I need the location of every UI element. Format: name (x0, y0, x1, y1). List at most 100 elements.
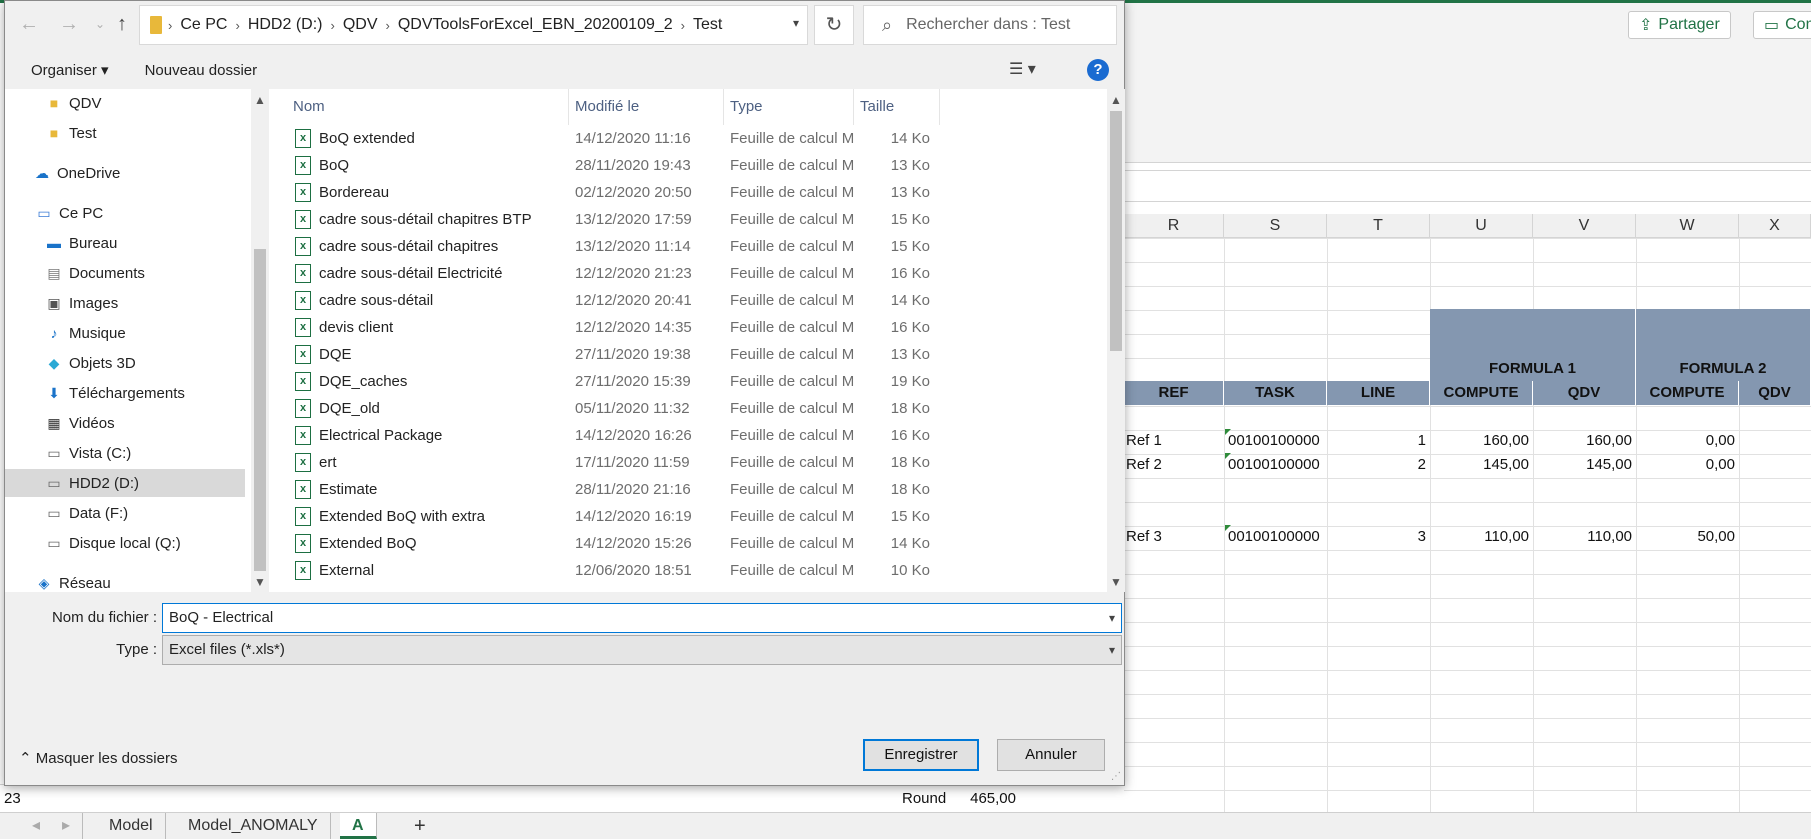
cell-qdv2[interactable]: 0 (1739, 454, 1811, 476)
col-header-s[interactable]: S (1224, 214, 1327, 238)
forward-icon[interactable]: → (59, 13, 79, 36)
up-folder-icon[interactable]: ↑ (117, 13, 127, 36)
tab-scroll-left-icon[interactable]: ◂ (20, 813, 52, 839)
tree-item-bureau[interactable]: ▬ Bureau (5, 229, 245, 257)
search-input[interactable]: ⌕ Rechercher dans : Test (863, 5, 1117, 45)
row-23[interactable]: 23 Round 465,00 (0, 784, 1124, 812)
breadcrumb-hdd2[interactable]: HDD2 (D:) (240, 16, 331, 34)
chevron-down-icon[interactable]: ▾ (793, 16, 799, 30)
hide-folders-toggle[interactable]: ⌃ Masquer les dossiers (19, 749, 177, 767)
view-options-icon[interactable]: ☰ ▾ (1009, 59, 1036, 79)
help-icon[interactable]: ? (1087, 59, 1109, 81)
cell-ref[interactable]: Ref 3 (1124, 526, 1224, 548)
compute2-header[interactable]: COMPUTE (1636, 381, 1739, 405)
cell-qdv1[interactable]: 145,00 (1533, 454, 1636, 476)
resize-grip-icon[interactable]: ⋰ (1111, 771, 1121, 782)
tree-item-images[interactable]: ▣ Images (5, 289, 245, 317)
tree-item-musique[interactable]: ♪ Musique (5, 319, 245, 347)
breadcrumb-ce-pc[interactable]: Ce PC (172, 16, 235, 34)
cell-line[interactable]: 3 (1327, 526, 1430, 548)
col-header-w[interactable]: W (1636, 214, 1739, 238)
file-row[interactable]: x Estimate 28/11/2020 21:16 Feuille de calc… (269, 476, 1107, 503)
col-header-v[interactable]: V (1533, 214, 1636, 238)
scroll-up-icon[interactable]: ▲ (1110, 93, 1122, 107)
scroll-up-icon[interactable]: ▲ (254, 93, 266, 107)
file-row[interactable]: x Extended BoQ 14/12/2020 15:26 Feuille de … (269, 530, 1107, 557)
scroll-thumb[interactable] (254, 249, 266, 571)
round-value[interactable]: 465,00 (950, 788, 1020, 810)
file-row[interactable]: x cadre sous-détail 12/12/2020 20:41 Feuill… (269, 287, 1107, 314)
tree-item-vista-c[interactable]: ▭ Vista (C:) (5, 439, 245, 467)
scroll-down-icon[interactable]: ▼ (1110, 575, 1122, 589)
file-row[interactable]: x cadre sous-détail chapitres 13/12/2020 1… (269, 233, 1107, 260)
tab-scroll-right-icon[interactable]: ▸ (50, 813, 84, 839)
address-bar[interactable]: › Ce PC › HDD2 (D:) › QDV › QDVToolsForE… (139, 5, 808, 45)
scroll-thumb[interactable] (1110, 111, 1122, 351)
file-row[interactable]: x cadre sous-détail chapitres BTP 13/12/20… (269, 206, 1107, 233)
file-row[interactable]: x cadre sous-détail Electricité 12/12/2020… (269, 260, 1107, 287)
cell-compute2[interactable]: 0,00 (1636, 430, 1739, 452)
compute1-header[interactable]: COMPUTE (1430, 381, 1533, 405)
cell-task[interactable]: 00100100000 (1226, 430, 1327, 452)
share-button[interactable]: ⇪ Partager (1628, 11, 1731, 39)
column-header-modified[interactable]: Modifié le (569, 89, 724, 125)
tree-item-onedrive[interactable]: ☁ OneDrive (5, 159, 245, 187)
tree-item-test[interactable]: ■ Test (5, 119, 245, 147)
type-select[interactable]: Excel files (*.xls*) ▾ (162, 635, 1122, 665)
column-header-size[interactable]: Taille (854, 89, 940, 125)
line-header[interactable]: LINE (1327, 381, 1430, 405)
tree-item-reseau[interactable]: ◈ Réseau (5, 569, 245, 592)
cell-compute1[interactable]: 145,00 (1430, 454, 1533, 476)
back-icon[interactable]: ← (19, 13, 39, 36)
tree-item-telechargements[interactable]: ⬇ Téléchargements (5, 379, 245, 407)
col-header-u[interactable]: U (1430, 214, 1533, 238)
column-header-type[interactable]: Type (724, 89, 854, 125)
tree-item-documents[interactable]: ▤ Documents (5, 259, 245, 287)
tree-item-objets-3d[interactable]: ◆ Objets 3D (5, 349, 245, 377)
cell-line[interactable]: 1 (1327, 430, 1430, 452)
col-header-x[interactable]: X (1739, 214, 1811, 238)
cell-ref[interactable]: Ref 1 (1124, 430, 1224, 452)
refresh-button[interactable]: ↻ (814, 5, 854, 45)
qdv2-header[interactable]: QDV (1739, 381, 1811, 405)
file-row[interactable]: x DQE_caches 27/11/2020 15:39 Feuille de ca… (269, 368, 1107, 395)
comments-button[interactable]: ▭ Com (1753, 11, 1811, 39)
file-row[interactable]: x BoQ 28/11/2020 19:43 Feuille de calcul M.… (269, 152, 1107, 179)
tree-item-data-f[interactable]: ▭ Data (F:) (5, 499, 245, 527)
tree-scrollbar[interactable]: ▲ ▼ (251, 89, 269, 592)
tree-item-qdv[interactable]: ■ QDV (5, 89, 245, 117)
col-header-r[interactable]: R (1124, 214, 1224, 238)
cell-task[interactable]: 00100100000 (1226, 526, 1327, 548)
chevron-down-icon[interactable]: ▾ (1109, 636, 1115, 664)
file-row[interactable]: x DQE_old 05/11/2020 11:32 Feuille de calcu… (269, 395, 1107, 422)
file-row[interactable]: x Bordereau 02/12/2020 20:50 Feuille de cal… (269, 179, 1107, 206)
tree-item-videos[interactable]: ▦ Vidéos (5, 409, 245, 437)
tab-a[interactable]: A (340, 813, 377, 839)
qdv1-header[interactable]: QDV (1533, 381, 1636, 405)
filename-input[interactable]: BoQ - Electrical ▾ (162, 603, 1122, 633)
formula1-header[interactable]: FORMULA 1 (1430, 309, 1636, 381)
file-row[interactable]: x Electrical Package 14/12/2020 16:26 Feuil… (269, 422, 1107, 449)
scroll-down-icon[interactable]: ▼ (254, 575, 266, 589)
new-folder-button[interactable]: Nouveau dossier (131, 62, 272, 79)
save-button[interactable]: Enregistrer (863, 739, 979, 771)
file-row[interactable]: x External 12/06/2020 18:51 Feuille de calc… (269, 557, 1107, 584)
cell-qdv1[interactable]: 110,00 (1533, 526, 1636, 548)
formula-bar[interactable] (1124, 170, 1811, 202)
cancel-button[interactable]: Annuler (997, 739, 1105, 771)
cell-compute1[interactable]: 160,00 (1430, 430, 1533, 452)
tree-item-hdd2-d[interactable]: ▭ HDD2 (D:) (5, 469, 245, 497)
file-list-scrollbar[interactable]: ▲ ▼ (1107, 89, 1125, 592)
tab-model-anomaly[interactable]: Model_ANOMALY (176, 813, 331, 839)
breadcrumb-qdvtools[interactable]: QDVToolsForExcel_EBN_20200109_2 (390, 16, 681, 34)
col-header-t[interactable]: T (1327, 214, 1430, 238)
chevron-down-icon[interactable]: ▾ (1109, 604, 1115, 632)
ref-header[interactable]: REF (1124, 381, 1224, 405)
tab-model[interactable]: Model (97, 813, 166, 839)
breadcrumb-qdv[interactable]: QDV (335, 16, 386, 34)
file-row[interactable]: x devis client 12/12/2020 14:35 Feuille de … (269, 314, 1107, 341)
file-row[interactable]: x BoQ extended 14/12/2020 11:16 Feuille de … (269, 125, 1107, 152)
breadcrumb-test[interactable]: Test (685, 16, 730, 34)
cell-qdv1[interactable]: 160,00 (1533, 430, 1636, 452)
cell-ref[interactable]: Ref 2 (1124, 454, 1224, 476)
